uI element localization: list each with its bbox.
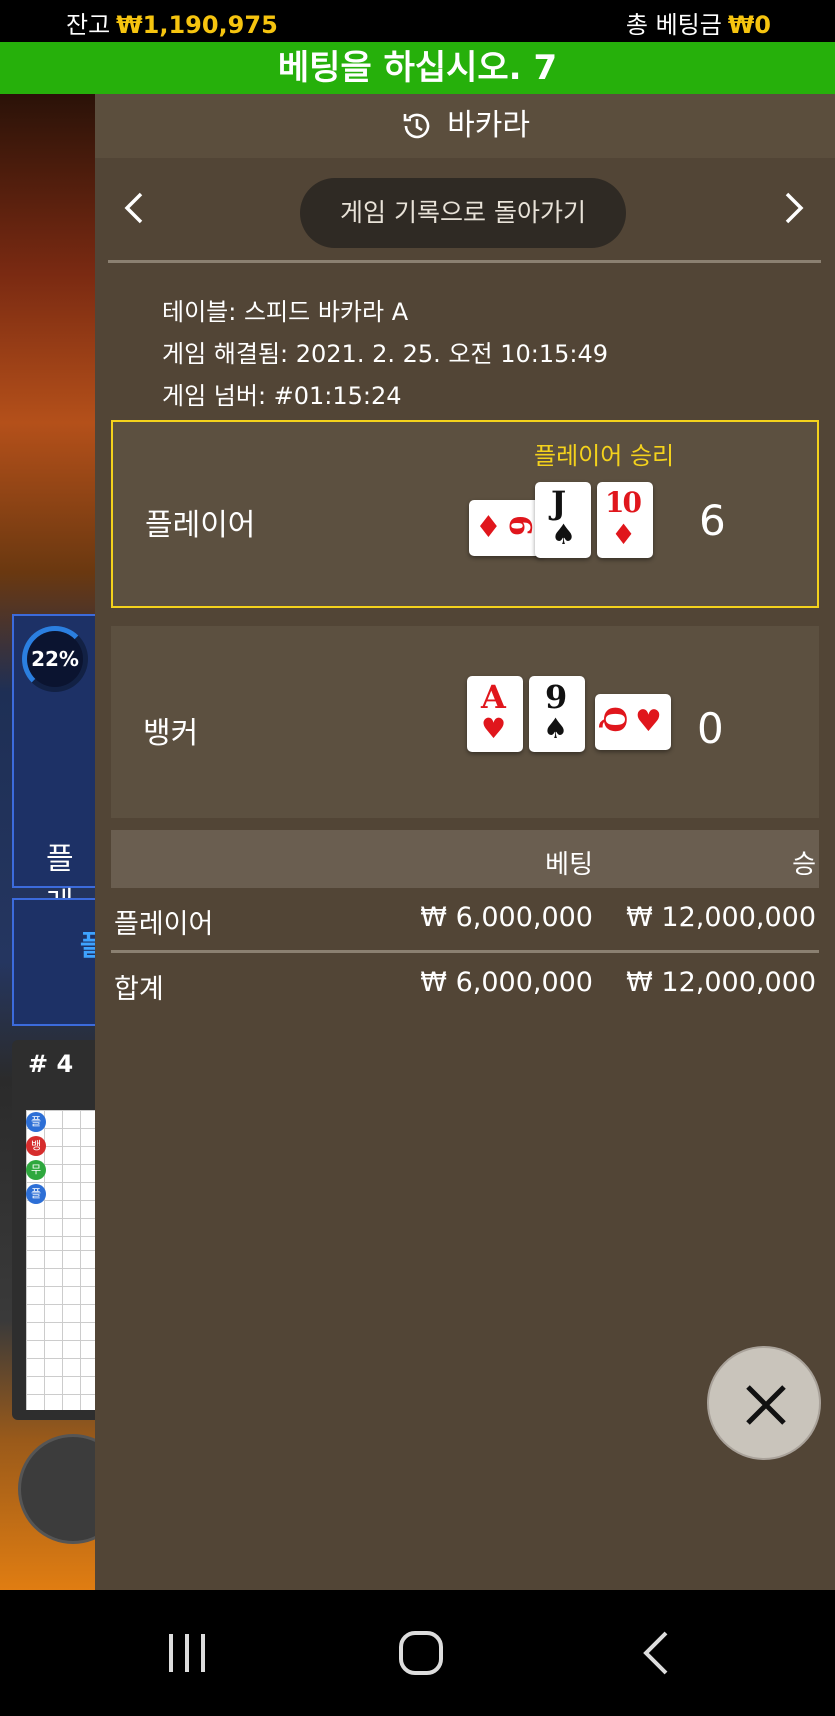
bets-table-header: 베팅 승: [111, 830, 819, 888]
game-history-panel: 바카라 게임 기록으로 돌아가기 테이블: 스피드 바카라 A 게임 해결됨: …: [95, 94, 835, 1590]
banker-card-1: A ♥: [467, 676, 523, 752]
total-row: 합계 ₩ 6,000,000 ₩ 12,000,000: [111, 953, 819, 1015]
total-bet: 총 베팅금 ₩0: [626, 5, 771, 40]
top-status-bar: 잔고 ₩1,190,975 총 베팅금 ₩0: [0, 0, 835, 42]
card-rank: 6: [501, 515, 537, 536]
road-number: # 4: [28, 1050, 74, 1078]
card-suit: ♥: [481, 712, 507, 745]
bets-table: 베팅 승 플레이어 ₩ 6,000,000 ₩ 12,000,000 합계 ₩ …: [111, 830, 819, 1015]
game-number: 게임 넘버: #01:15:24: [162, 382, 402, 410]
balance-value: ₩1,190,975: [116, 11, 278, 39]
progress-ring: 22%: [22, 626, 88, 692]
card-suit: ♠: [543, 712, 569, 745]
total-bet-label: 총 베팅금: [625, 11, 722, 39]
banner-text: 베팅을 하십시오. 7: [277, 48, 558, 88]
road-badge-player: 플: [26, 1112, 46, 1132]
player-label: 플레이어: [145, 508, 256, 543]
card-rank: A: [481, 678, 506, 716]
balance-label: 잔고: [66, 11, 111, 39]
close-icon: [746, 1385, 786, 1425]
player-card-1: ♦ 6: [469, 500, 545, 556]
header-bet: 베팅: [545, 850, 593, 880]
road-badge-tie: 무: [26, 1160, 46, 1180]
card-rank: 9: [545, 678, 568, 716]
banker-card-2: 9 ♠: [529, 676, 585, 752]
player-card-3: 10 ♦: [597, 482, 653, 558]
card-suit: ♥: [635, 704, 662, 739]
total-bet-value: ₩0: [727, 11, 771, 39]
home-icon[interactable]: [396, 1628, 446, 1678]
divider: [108, 260, 821, 263]
balance: 잔고 ₩1,190,975: [66, 5, 278, 40]
card-rank: 10: [605, 486, 642, 519]
card-rank: J: [551, 484, 567, 522]
close-button[interactable]: [707, 1346, 821, 1460]
card-suit: ♦: [475, 510, 502, 545]
total-win-amount: ₩ 12,000,000: [626, 967, 816, 998]
banker-label: 뱅커: [143, 716, 199, 751]
card-rank: Q: [596, 706, 632, 733]
player-card-2: J ♠: [535, 482, 591, 558]
card-suit: ♠: [551, 518, 577, 551]
total-name: 합계: [114, 974, 164, 1005]
total-bet-amount: ₩ 6,000,000: [420, 967, 593, 998]
chevron-left-icon[interactable]: [115, 186, 155, 230]
panel-header: 바카라: [95, 94, 835, 158]
recent-apps-icon[interactable]: [165, 1628, 209, 1678]
betting-banner: 베팅을 하십시오. 7: [0, 42, 835, 94]
row-win: ₩ 12,000,000: [626, 902, 816, 933]
panel-title: 바카라: [447, 108, 530, 143]
progress-percent: 22%: [31, 647, 79, 671]
road-badge-player: 플: [26, 1184, 46, 1204]
banker-card-3: Q ♥: [595, 694, 671, 750]
back-to-history-button[interactable]: 게임 기록으로 돌아가기: [300, 178, 626, 248]
table-row: 플레이어 ₩ 6,000,000 ₩ 12,000,000: [111, 888, 819, 950]
header-win: 승: [792, 850, 816, 880]
chevron-right-icon[interactable]: [773, 186, 813, 230]
road-grid-2: [26, 1250, 106, 1410]
road-badge-banker: 뱅: [26, 1136, 46, 1156]
card-suit: ♦: [611, 518, 637, 551]
back-icon[interactable]: [638, 1628, 674, 1678]
player-win-text: 플레이어 승리: [534, 442, 675, 470]
row-bet: ₩ 6,000,000: [420, 902, 593, 933]
banker-hand-row: 뱅커 A ♥ 9 ♠ Q ♥ 0: [111, 626, 819, 818]
table-info: 테이블: 스피드 바카라 A: [162, 298, 409, 326]
resolved-time: 게임 해결됨: 2021. 2. 25. 오전 10:15:49: [162, 340, 608, 368]
history-nav: 게임 기록으로 돌아가기: [95, 158, 835, 262]
bead-road: # 4 플 뱅 무 플: [12, 1040, 106, 1420]
row-name: 플레이어: [114, 909, 214, 940]
history-icon: [403, 113, 430, 139]
player-hand-row: 플레이어 승리 플레이어 ♦ 6 J ♠ 10 ♦ 6: [111, 420, 819, 608]
player-score: 6: [699, 496, 726, 545]
game-background: 22% 플레 플 # 4 플 뱅 무 플 스: [0, 94, 128, 1674]
system-nav-bar: [0, 1590, 835, 1716]
banker-score: 0: [697, 704, 724, 753]
